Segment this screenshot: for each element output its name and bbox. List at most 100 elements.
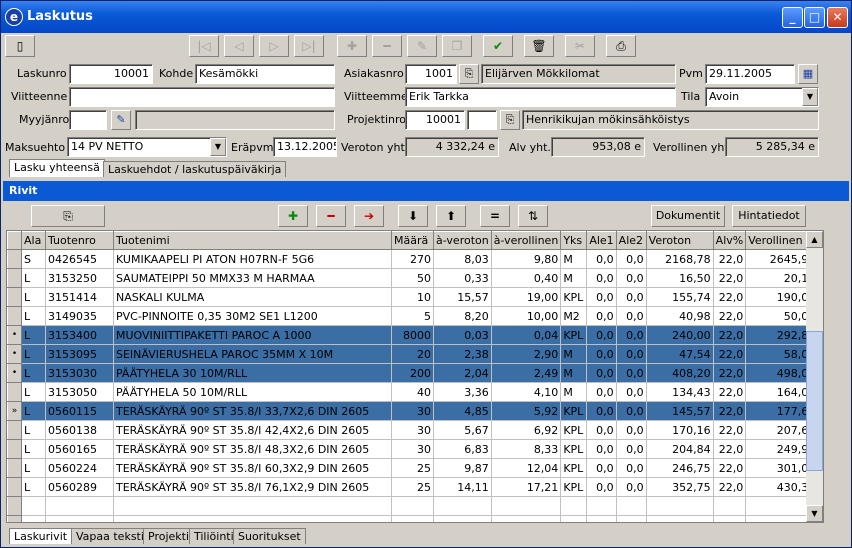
dokumentit-button[interactable]: Dokumentit <box>651 205 725 227</box>
cell-av[interactable]: 0,33 <box>433 268 492 288</box>
viitteenne-field[interactable] <box>69 87 335 107</box>
tab-projekti[interactable]: Projekti <box>143 528 195 544</box>
row-indicator[interactable] <box>7 382 22 402</box>
cell-maara[interactable]: 10 <box>391 287 434 307</box>
cell-veroton[interactable]: 40,98 <box>646 306 714 326</box>
cell-yks[interactable]: KPL <box>560 477 588 497</box>
cell-maara[interactable]: 8000 <box>391 325 434 345</box>
row-indicator[interactable] <box>7 420 22 440</box>
cell-nimi[interactable]: TERÄSKÄYRÄ 90º ST 35.8/I 60,3X2,9 DIN 26… <box>113 458 392 478</box>
cell-alv[interactable]: 22,0 <box>713 249 747 269</box>
cell-ale1[interactable]: 0,0 <box>586 382 617 402</box>
row-indicator[interactable]: » <box>7 401 22 421</box>
row-indicator[interactable]: • <box>7 344 22 364</box>
first-icon[interactable]: |◁ <box>189 35 219 57</box>
cell-veroton[interactable]: 246,75 <box>646 458 714 478</box>
cell-ala[interactable]: L <box>21 325 46 345</box>
cell-avl[interactable]: 19,00 <box>491 287 562 307</box>
cell-ale1[interactable]: 0,0 <box>586 306 617 326</box>
cell-alv[interactable]: 22,0 <box>713 325 747 345</box>
cell-yks[interactable]: M <box>560 363 588 383</box>
cell-maara[interactable]: 5 <box>391 306 434 326</box>
cell-av[interactable]: 0,03 <box>433 325 492 345</box>
cell-nimi[interactable]: TERÄSKÄYRÄ 90º ST 35.8/I 42,4X2,6 DIN 26… <box>113 420 392 440</box>
row-indicator[interactable] <box>7 477 22 497</box>
cell-nro[interactable]: 3151414 <box>45 287 114 307</box>
cell-maara[interactable]: 270 <box>391 249 434 269</box>
cell-av[interactable]: 9,87 <box>433 458 492 478</box>
cell-veroton[interactable]: 204,84 <box>646 439 714 459</box>
cell-nimi[interactable]: PVC-PINNOITE 0,35 30M2 SE1 L1200 <box>113 306 392 326</box>
cell-veroton[interactable]: 240,00 <box>646 325 714 345</box>
row-indicator[interactable] <box>7 287 22 307</box>
cell-ale1[interactable]: 0,0 <box>586 477 617 497</box>
cell-yks[interactable]: KPL <box>560 439 588 459</box>
remove-icon[interactable]: ━ <box>372 35 402 57</box>
cell-nimi[interactable]: KUMIKAAPELI PI ATON H07RN-F 5G6 <box>113 249 392 269</box>
close-icon[interactable]: ✕ <box>827 7 848 28</box>
cell-maara[interactable]: 40 <box>391 382 434 402</box>
column-header[interactable]: Tuotenimi <box>113 231 392 250</box>
table-row[interactable]: L 3149035 PVC-PINNOITE 0,35 30M2 SE1 L1200… <box>7 306 819 326</box>
table-row[interactable]: L 0560289 TERÄSKÄYRÄ 90º ST 35.8/I 76,1X2,… <box>7 477 819 497</box>
cell-veroton[interactable]: 145,57 <box>646 401 714 421</box>
cell-ale2[interactable]: 0,0 <box>616 458 647 478</box>
cell-ala[interactable]: L <box>21 268 46 288</box>
viitteemme-field[interactable]: Erik Tarkka <box>405 87 676 107</box>
cell-nimi[interactable]: SEINÄVIERUSHELA PAROC 35MM X 10M <box>113 344 392 364</box>
table-row[interactable]: L 0560165 TERÄSKÄYRÄ 90º ST 35.8/I 48,3X2,… <box>7 439 819 459</box>
cell-alv[interactable]: 22,0 <box>713 458 747 478</box>
cell-ale1[interactable]: 0,0 <box>586 363 617 383</box>
asiakasnro-field[interactable]: 1001 <box>405 64 457 84</box>
tab-lasku-yhteensa[interactable]: Lasku yhteensä <box>9 159 105 177</box>
project-lookup-icon[interactable]: ⎘ <box>500 110 520 130</box>
kohde-field[interactable]: Kesämökki <box>195 64 335 84</box>
column-header[interactable]: Ale2 <box>615 231 647 250</box>
cell-ale1[interactable]: 0,0 <box>586 420 617 440</box>
tab-suoritukset[interactable]: Suoritukset <box>233 528 306 544</box>
maximize-icon[interactable]: □ <box>804 7 825 28</box>
column-header[interactable]: Veroton <box>645 231 714 250</box>
cell-ale2[interactable]: 0,0 <box>616 287 647 307</box>
print-icon[interactable]: ⎙ <box>606 35 636 57</box>
cell-ala[interactable]: L <box>21 382 46 402</box>
cell-maara[interactable]: 25 <box>391 477 434 497</box>
cell-yks[interactable]: M <box>560 268 588 288</box>
cell-av[interactable]: 8,03 <box>433 249 492 269</box>
myyjanro-field[interactable] <box>69 110 107 130</box>
cell-ale2[interactable]: 0,0 <box>616 477 647 497</box>
cell-nimi[interactable]: MUOVINIITTIPAKETTI PAROC A 1000 <box>113 325 392 345</box>
table-row[interactable]: L 3153250 SAUMATEIPPI 50 MMX33 M HARMAA 50 0… <box>7 268 819 288</box>
add-icon[interactable]: ✚ <box>337 35 367 57</box>
cell-yks[interactable]: KPL <box>560 420 588 440</box>
hintatiedot-button[interactable]: Hintatiedot <box>732 205 806 227</box>
cell-alv[interactable]: 22,0 <box>713 363 747 383</box>
row-indicator[interactable]: • <box>7 363 22 383</box>
cell-av[interactable]: 2,04 <box>433 363 492 383</box>
projekti-sub-field[interactable] <box>467 110 497 130</box>
table-row[interactable]: L 3153050 PÄÄTYHELA 50 10M/RLL 40 3,36 4,10 M 0… <box>7 382 819 402</box>
cell-maara[interactable]: 20 <box>391 344 434 364</box>
cell-maara[interactable]: 50 <box>391 268 434 288</box>
cell-ale2[interactable]: 0,0 <box>616 439 647 459</box>
table-row[interactable]: • L 3153400 MUOVINIITTIPAKETTI PAROC A 1000… <box>7 325 819 345</box>
prev-icon[interactable]: ◁ <box>224 35 254 57</box>
delete-icon[interactable]: 🗑 <box>524 35 554 57</box>
cell-nimi[interactable]: NASKALI KULMA <box>113 287 392 307</box>
pvm-field[interactable]: 29.11.2005 <box>705 64 795 84</box>
cell-avl[interactable]: 8,33 <box>491 439 562 459</box>
cell-yks[interactable]: KPL <box>560 401 588 421</box>
accept-icon[interactable]: ✔ <box>483 35 513 57</box>
cell-yks[interactable]: M <box>560 382 588 402</box>
next-icon[interactable]: ▷ <box>259 35 289 57</box>
cell-avl[interactable]: 10,00 <box>491 306 562 326</box>
cell-nro[interactable]: 3149035 <box>45 306 114 326</box>
cell-veroton[interactable]: 352,75 <box>646 477 714 497</box>
column-header[interactable]: Yks <box>560 231 588 250</box>
sort-icon[interactable]: ⇅ <box>518 205 548 227</box>
cell-ala[interactable]: L <box>21 420 46 440</box>
cell-nimi[interactable]: TERÄSKÄYRÄ 90º ST 35.8/I 76,1X2,9 DIN 26… <box>113 477 392 497</box>
table-row[interactable]: L 0560224 TERÄSKÄYRÄ 90º ST 35.8/I 60,3X2,… <box>7 458 819 478</box>
scroll-down-icon[interactable]: ▼ <box>806 505 823 522</box>
cell-ale2[interactable]: 0,0 <box>616 344 647 364</box>
